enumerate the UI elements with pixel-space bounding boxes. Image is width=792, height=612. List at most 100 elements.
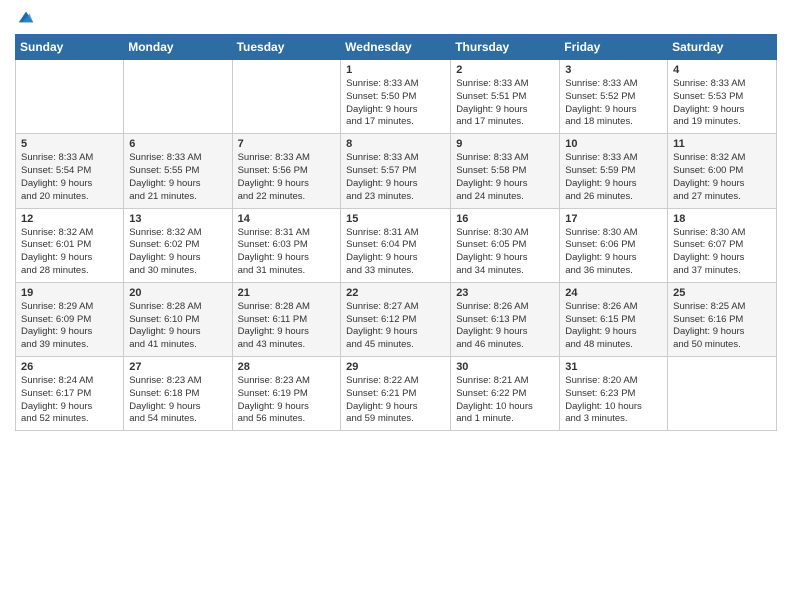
day-number-31: 31 <box>565 361 662 373</box>
day-number-1: 1 <box>346 64 445 76</box>
day-cell-4: 4Sunrise: 8:33 AM Sunset: 5:53 PM Daylig… <box>668 60 777 134</box>
day-cell-27: 27Sunrise: 8:23 AM Sunset: 6:18 PM Dayli… <box>124 357 232 431</box>
header <box>15 10 777 26</box>
day-info-29: Sunrise: 8:22 AM Sunset: 6:21 PM Dayligh… <box>346 375 445 426</box>
day-cell-6: 6 Sunrise: 8:33 AM Sunset: 5:55 PM Daylig… <box>124 134 232 208</box>
week-row-2: 5Sunrise: 8:33 AM Sunset: 5:54 PM Daylig… <box>16 134 777 208</box>
day-info-9: Sunrise: 8:33 AM Sunset: 5:58 PM Dayligh… <box>456 152 554 203</box>
week-row-1: 1 Sunrise: 8:33 AM Sunset: 5:50 PM Daylig… <box>16 60 777 134</box>
week-row-4: 19 Sunrise: 8:29 AM Sunset: 6:09 PM Dayli… <box>16 282 777 356</box>
day-number-24: 24 <box>565 287 662 299</box>
day-number-21: 21 <box>238 287 336 299</box>
day-cell-16: 16 Sunrise: 8:30 AM Sunset: 6:05 PM Dayli… <box>451 208 560 282</box>
day-number-5: 5 <box>21 138 118 150</box>
weekday-header-saturday: Saturday <box>668 35 777 60</box>
day-cell-10: 10 Sunrise: 8:33 AM Sunset: 5:59 PM Dayli… <box>560 134 668 208</box>
day-number-11: 11 <box>673 138 771 150</box>
day-info-1: Sunrise: 8:33 AM Sunset: 5:50 PM Dayligh… <box>346 78 445 129</box>
day-info-16: Sunrise: 8:30 AM Sunset: 6:05 PM Dayligh… <box>456 227 554 278</box>
day-cell-26: 26 Sunrise: 8:24 AM Sunset: 6:17 PM Dayli… <box>16 357 124 431</box>
weekday-header-tuesday: Tuesday <box>232 35 341 60</box>
day-info-26: Sunrise: 8:24 AM Sunset: 6:17 PM Dayligh… <box>21 375 118 426</box>
day-cell-13: 13 Sunrise: 8:32 AM Sunset: 6:02 PM Dayli… <box>124 208 232 282</box>
day-cell-31: 31 Sunrise: 8:20 AM Sunset: 6:23 PM Dayli… <box>560 357 668 431</box>
day-info-18: Sunrise: 8:30 AM Sunset: 6:07 PM Dayligh… <box>673 227 771 278</box>
day-number-13: 13 <box>129 213 226 225</box>
day-info-11: Sunrise: 8:32 AM Sunset: 6:00 PM Dayligh… <box>673 152 771 203</box>
day-info-8: Sunrise: 8:33 AM Sunset: 5:57 PM Dayligh… <box>346 152 445 203</box>
day-info-15: Sunrise: 8:31 AM Sunset: 6:04 PM Dayligh… <box>346 227 445 278</box>
day-info-17: Sunrise: 8:30 AM Sunset: 6:06 PM Dayligh… <box>565 227 662 278</box>
day-cell-1: 1 Sunrise: 8:33 AM Sunset: 5:50 PM Daylig… <box>341 60 451 134</box>
day-cell-30: 30 Sunrise: 8:21 AM Sunset: 6:22 PM Dayli… <box>451 357 560 431</box>
day-number-12: 12 <box>21 213 118 225</box>
weekday-header-thursday: Thursday <box>451 35 560 60</box>
calendar-table: SundayMondayTuesdayWednesdayThursdayFrid… <box>15 34 777 431</box>
weekday-header-friday: Friday <box>560 35 668 60</box>
page: SundayMondayTuesdayWednesdayThursdayFrid… <box>0 0 792 612</box>
day-info-6: Sunrise: 8:33 AM Sunset: 5:55 PM Dayligh… <box>129 152 226 203</box>
day-cell-7: 7Sunrise: 8:33 AM Sunset: 5:56 PM Daylig… <box>232 134 341 208</box>
day-number-23: 23 <box>456 287 554 299</box>
day-number-26: 26 <box>21 361 118 373</box>
empty-cell <box>668 357 777 431</box>
day-info-22: Sunrise: 8:27 AM Sunset: 6:12 PM Dayligh… <box>346 301 445 352</box>
day-info-19: Sunrise: 8:29 AM Sunset: 6:09 PM Dayligh… <box>21 301 118 352</box>
day-cell-15: 15 Sunrise: 8:31 AM Sunset: 6:04 PM Dayli… <box>341 208 451 282</box>
day-cell-14: 14 Sunrise: 8:31 AM Sunset: 6:03 PM Dayli… <box>232 208 341 282</box>
day-cell-3: 3 Sunrise: 8:33 AM Sunset: 5:52 PM Daylig… <box>560 60 668 134</box>
day-cell-19: 19 Sunrise: 8:29 AM Sunset: 6:09 PM Dayli… <box>16 282 124 356</box>
day-cell-29: 29 Sunrise: 8:22 AM Sunset: 6:21 PM Dayli… <box>341 357 451 431</box>
day-cell-20: 20Sunrise: 8:28 AM Sunset: 6:10 PM Dayli… <box>124 282 232 356</box>
day-info-30: Sunrise: 8:21 AM Sunset: 6:22 PM Dayligh… <box>456 375 554 426</box>
day-number-17: 17 <box>565 213 662 225</box>
day-number-30: 30 <box>456 361 554 373</box>
day-info-24: Sunrise: 8:26 AM Sunset: 6:15 PM Dayligh… <box>565 301 662 352</box>
day-info-10: Sunrise: 8:33 AM Sunset: 5:59 PM Dayligh… <box>565 152 662 203</box>
day-info-2: Sunrise: 8:33 AM Sunset: 5:51 PM Dayligh… <box>456 78 554 129</box>
day-cell-9: 9Sunrise: 8:33 AM Sunset: 5:58 PM Daylig… <box>451 134 560 208</box>
day-number-18: 18 <box>673 213 771 225</box>
day-cell-28: 28Sunrise: 8:23 AM Sunset: 6:19 PM Dayli… <box>232 357 341 431</box>
day-info-25: Sunrise: 8:25 AM Sunset: 6:16 PM Dayligh… <box>673 301 771 352</box>
day-info-4: Sunrise: 8:33 AM Sunset: 5:53 PM Dayligh… <box>673 78 771 129</box>
day-number-22: 22 <box>346 287 445 299</box>
empty-cell <box>124 60 232 134</box>
day-number-29: 29 <box>346 361 445 373</box>
logo-icon <box>17 8 35 26</box>
day-info-21: Sunrise: 8:28 AM Sunset: 6:11 PM Dayligh… <box>238 301 336 352</box>
weekday-header-monday: Monday <box>124 35 232 60</box>
day-cell-25: 25 Sunrise: 8:25 AM Sunset: 6:16 PM Dayli… <box>668 282 777 356</box>
day-number-10: 10 <box>565 138 662 150</box>
day-cell-11: 11 Sunrise: 8:32 AM Sunset: 6:00 PM Dayli… <box>668 134 777 208</box>
empty-cell <box>232 60 341 134</box>
weekday-header-sunday: Sunday <box>16 35 124 60</box>
day-info-23: Sunrise: 8:26 AM Sunset: 6:13 PM Dayligh… <box>456 301 554 352</box>
day-info-13: Sunrise: 8:32 AM Sunset: 6:02 PM Dayligh… <box>129 227 226 278</box>
day-cell-17: 17 Sunrise: 8:30 AM Sunset: 6:06 PM Dayli… <box>560 208 668 282</box>
day-number-28: 28 <box>238 361 336 373</box>
day-cell-24: 24 Sunrise: 8:26 AM Sunset: 6:15 PM Dayli… <box>560 282 668 356</box>
day-number-15: 15 <box>346 213 445 225</box>
day-cell-22: 22 Sunrise: 8:27 AM Sunset: 6:12 PM Dayli… <box>341 282 451 356</box>
day-cell-2: 2 Sunrise: 8:33 AM Sunset: 5:51 PM Daylig… <box>451 60 560 134</box>
day-info-14: Sunrise: 8:31 AM Sunset: 6:03 PM Dayligh… <box>238 227 336 278</box>
week-row-5: 26 Sunrise: 8:24 AM Sunset: 6:17 PM Dayli… <box>16 357 777 431</box>
day-cell-21: 21 Sunrise: 8:28 AM Sunset: 6:11 PM Dayli… <box>232 282 341 356</box>
weekday-header-wednesday: Wednesday <box>341 35 451 60</box>
day-number-16: 16 <box>456 213 554 225</box>
day-number-14: 14 <box>238 213 336 225</box>
day-number-25: 25 <box>673 287 771 299</box>
day-info-3: Sunrise: 8:33 AM Sunset: 5:52 PM Dayligh… <box>565 78 662 129</box>
day-cell-5: 5Sunrise: 8:33 AM Sunset: 5:54 PM Daylig… <box>16 134 124 208</box>
day-number-3: 3 <box>565 64 662 76</box>
day-info-31: Sunrise: 8:20 AM Sunset: 6:23 PM Dayligh… <box>565 375 662 426</box>
day-cell-18: 18 Sunrise: 8:30 AM Sunset: 6:07 PM Dayli… <box>668 208 777 282</box>
day-number-7: 7 <box>238 138 336 150</box>
day-number-6: 6 <box>129 138 226 150</box>
day-info-27: Sunrise: 8:23 AM Sunset: 6:18 PM Dayligh… <box>129 375 226 426</box>
day-number-2: 2 <box>456 64 554 76</box>
day-number-19: 19 <box>21 287 118 299</box>
empty-cell <box>16 60 124 134</box>
day-number-20: 20 <box>129 287 226 299</box>
